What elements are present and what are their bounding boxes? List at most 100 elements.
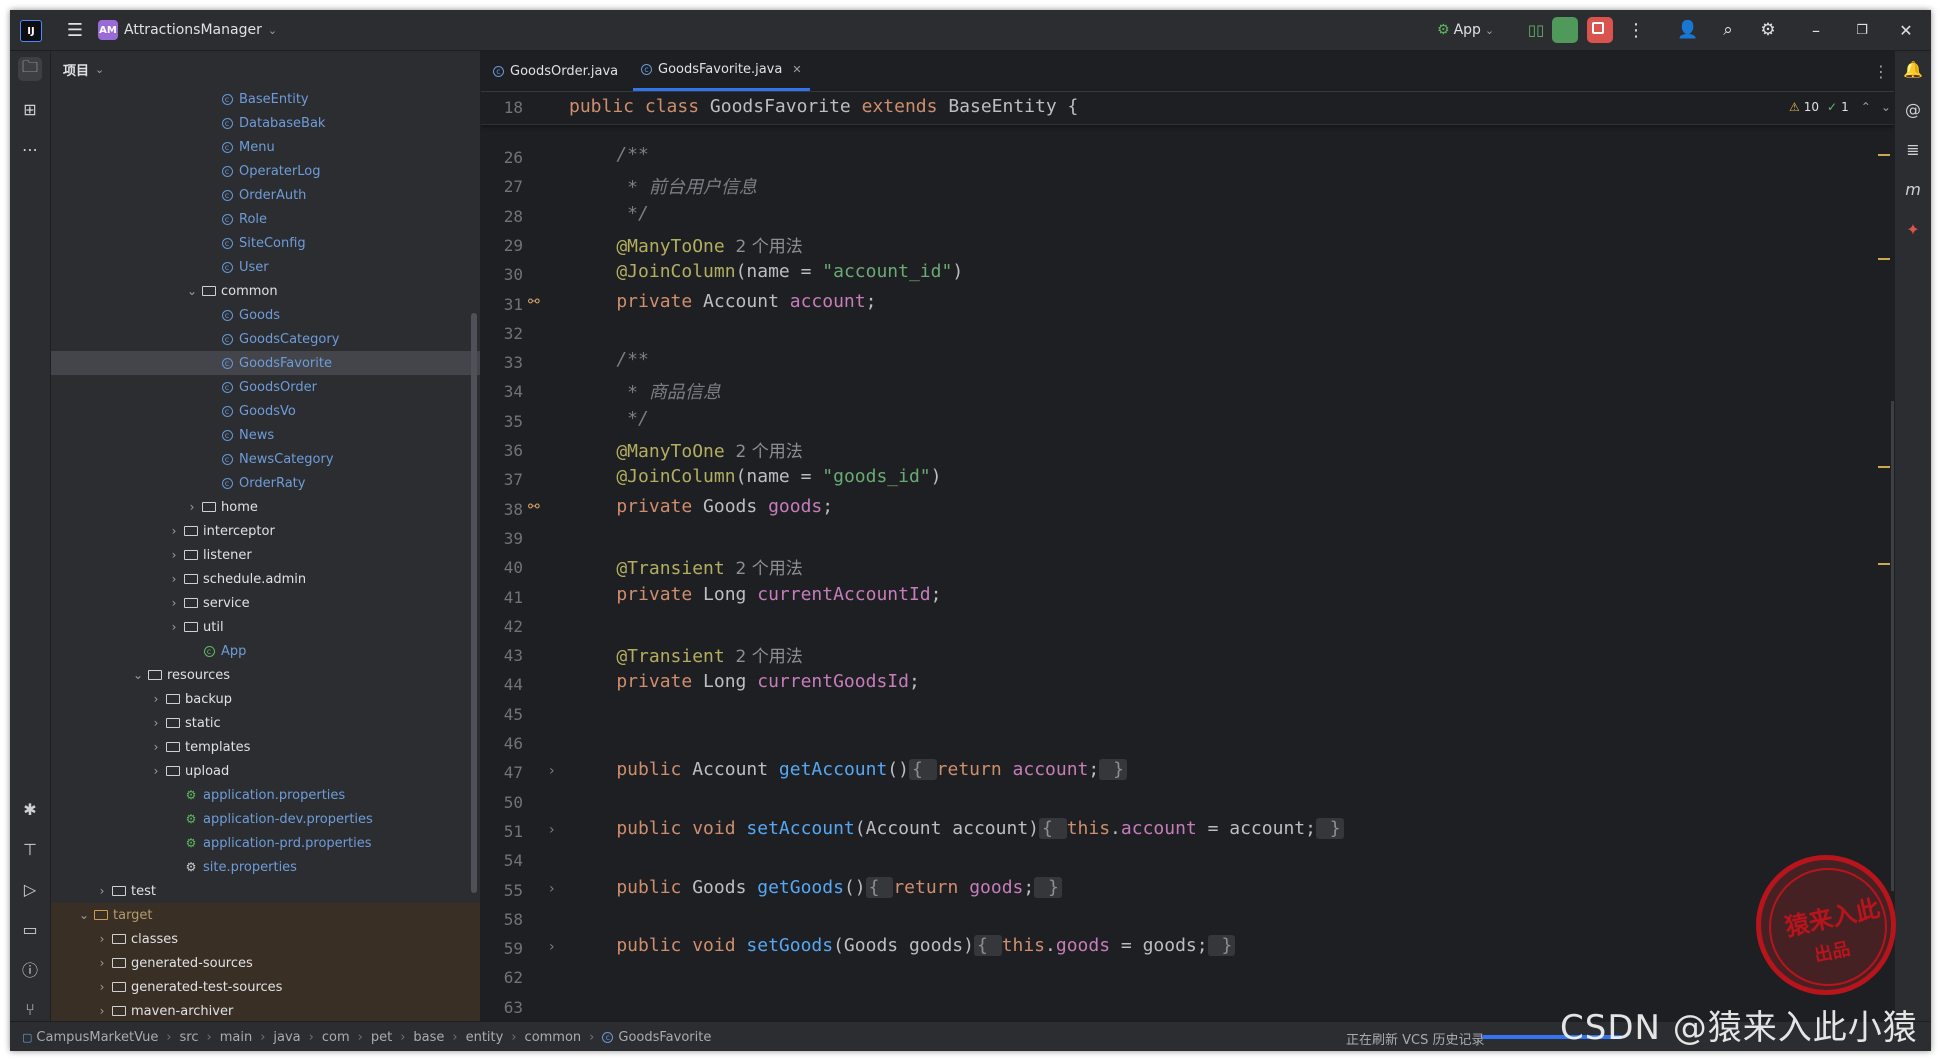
code-line[interactable]: public void setGoods(Goods goods){ this.… xyxy=(573,935,1236,957)
tab-goods-favorite[interactable]: c GoodsFavorite.java ✕ xyxy=(633,51,810,91)
tree-item[interactable]: ⚙ application-dev.properties xyxy=(51,807,480,831)
breadcrumb-item[interactable]: CampusMarketVue xyxy=(36,1030,158,1045)
code-line[interactable]: /** xyxy=(573,144,649,165)
relation-gutter-icon[interactable]: ⚯ xyxy=(528,294,540,310)
more-tools-icon[interactable]: ⋯ xyxy=(18,137,42,161)
breadcrumb-item[interactable]: pet xyxy=(371,1030,392,1045)
breadcrumb-item[interactable]: main xyxy=(220,1030,252,1045)
relation-gutter-icon[interactable]: ⚯ xyxy=(528,499,540,515)
restore-icon[interactable]: ❐ xyxy=(1846,10,1878,50)
breadcrumb-item[interactable]: entity xyxy=(466,1030,504,1045)
git-tool-icon[interactable]: ⑂ xyxy=(18,997,42,1021)
tree-item[interactable]: › backup xyxy=(51,687,480,711)
chevron-right-icon[interactable]: › xyxy=(95,884,109,898)
chevron-up-icon[interactable]: ⌃ xyxy=(1861,100,1871,114)
code-line[interactable]: @JoinColumn(name = "goods_id") xyxy=(573,466,941,487)
chevron-right-icon[interactable]: › xyxy=(149,692,163,706)
chevron-right-icon[interactable]: › xyxy=(149,764,163,778)
tree-item[interactable]: c DatabaseBak xyxy=(51,111,480,135)
tree-item[interactable]: › generated-sources xyxy=(51,951,480,975)
plugin-icon[interactable]: ✦ xyxy=(1901,217,1925,241)
code-line[interactable]: /** xyxy=(573,349,649,370)
tree-item[interactable]: › templates xyxy=(51,735,480,759)
maven-icon[interactable]: m xyxy=(1901,177,1925,201)
tree-item[interactable]: c NewsCategory xyxy=(51,447,480,471)
warning-marker[interactable] xyxy=(1878,154,1890,156)
chevron-right-icon[interactable]: › xyxy=(185,500,199,514)
tree-item[interactable]: ⚙ application-prd.properties xyxy=(51,831,480,855)
code-line[interactable]: @ManyToOne 2 个用法 xyxy=(573,437,802,462)
problems-tool-icon[interactable]: ⓘ xyxy=(18,957,42,981)
chevron-down-icon[interactable]: ⌄ xyxy=(77,908,91,922)
code-line[interactable]: */ xyxy=(573,203,649,224)
chevron-down-icon[interactable]: ⌄ xyxy=(1881,100,1891,114)
tree-item[interactable]: ⌄ common xyxy=(51,279,480,303)
database-icon[interactable]: ≣ xyxy=(1901,137,1925,161)
notifications-icon[interactable]: 🔔 xyxy=(1901,57,1925,81)
tree-item[interactable]: › service xyxy=(51,591,480,615)
chevron-down-icon[interactable]: ⌄ xyxy=(95,63,104,76)
debug-icon[interactable]: ▯▯ xyxy=(1526,10,1546,50)
code-line[interactable]: public void setAccount(Account account){… xyxy=(573,817,1344,839)
project-switcher[interactable]: AM AttractionsManager ⌄ xyxy=(98,10,277,50)
chevron-right-icon[interactable]: › xyxy=(167,548,181,562)
tree-item[interactable]: › util xyxy=(51,615,480,639)
run-config-selector[interactable]: ⚙ App ⌄ xyxy=(1437,10,1494,50)
close-tab-icon[interactable]: ✕ xyxy=(792,63,801,76)
chevron-down-icon[interactable]: ⌄ xyxy=(185,284,199,298)
tree-item[interactable]: › test xyxy=(51,879,480,903)
chevron-right-icon[interactable]: › xyxy=(95,980,109,994)
inspection-widget[interactable]: ⚠ 10 ✓ 1 ⌃ ⌄ xyxy=(1789,100,1891,114)
breadcrumb-item[interactable]: com xyxy=(322,1030,350,1045)
more-icon[interactable]: ⋮ xyxy=(1626,10,1646,50)
tree-item[interactable]: c News xyxy=(51,423,480,447)
tree-item[interactable]: › home xyxy=(51,495,480,519)
tree-item[interactable]: c SiteConfig xyxy=(51,231,480,255)
debug-tool-icon[interactable]: ✱ xyxy=(18,797,42,821)
chevron-right-icon[interactable]: › xyxy=(95,1004,109,1018)
breadcrumb-item[interactable]: GoodsFavorite xyxy=(618,1030,711,1045)
fold-toggle-icon[interactable]: › xyxy=(549,939,555,955)
breadcrumb-item[interactable]: base xyxy=(413,1030,444,1045)
tree-item[interactable]: c App xyxy=(51,639,480,663)
chevron-right-icon[interactable]: › xyxy=(149,740,163,754)
chevron-down-icon[interactable]: ⌄ xyxy=(131,668,145,682)
hot-reload-button[interactable] xyxy=(1551,10,1579,50)
warning-marker[interactable] xyxy=(1878,258,1890,260)
hamburger-menu-icon[interactable]: ☰ xyxy=(60,10,90,50)
tree-item[interactable]: c Goods xyxy=(51,303,480,327)
chevron-right-icon[interactable]: › xyxy=(149,716,163,730)
chevron-right-icon[interactable]: › xyxy=(95,956,109,970)
project-tool-icon[interactable]: 🗀 xyxy=(18,57,42,81)
chevron-right-icon[interactable]: › xyxy=(167,524,181,538)
chevron-right-icon[interactable]: › xyxy=(167,572,181,586)
ai-assistant-icon[interactable]: @ xyxy=(1901,97,1925,121)
code-line[interactable]: * 商品信息 xyxy=(573,378,721,404)
tree-item[interactable]: c OrderRaty xyxy=(51,471,480,495)
code-line[interactable]: public Goods getGoods(){ return goods; } xyxy=(573,876,1062,898)
chevron-right-icon[interactable]: › xyxy=(167,620,181,634)
fold-toggle-icon[interactable]: › xyxy=(549,763,555,779)
minimize-icon[interactable]: – xyxy=(1800,10,1832,50)
code-line[interactable]: * 前台用户信息 xyxy=(573,173,757,199)
code-line[interactable]: @Transient 2 个用法 xyxy=(573,642,802,667)
tree-item[interactable]: ⚙ site.properties xyxy=(51,855,480,879)
chevron-right-icon[interactable]: › xyxy=(95,932,109,946)
code-line[interactable]: private Account account; xyxy=(573,291,876,312)
tree-item[interactable]: › classes xyxy=(51,927,480,951)
code-line[interactable]: @Transient 2 个用法 xyxy=(573,554,802,579)
tree-item[interactable]: c OrderAuth xyxy=(51,183,480,207)
code-line[interactable]: */ xyxy=(573,408,649,429)
close-icon[interactable]: ✕ xyxy=(1890,10,1922,50)
breadcrumb-item[interactable]: src xyxy=(180,1030,199,1045)
code-line[interactable]: public Account getAccount(){ return acco… xyxy=(573,759,1127,781)
warning-marker[interactable] xyxy=(1878,563,1890,565)
tree-item[interactable]: › schedule.admin xyxy=(51,567,480,591)
tree-item[interactable]: c GoodsOrder xyxy=(51,375,480,399)
app-logo-icon[interactable]: IJ xyxy=(20,20,42,42)
fold-toggle-icon[interactable]: › xyxy=(549,822,555,838)
tree-item[interactable]: ⌄ resources xyxy=(51,663,480,687)
tree-item[interactable]: c User xyxy=(51,255,480,279)
tab-menu-icon[interactable]: ⋮ xyxy=(1873,51,1889,91)
chevron-right-icon[interactable]: › xyxy=(167,596,181,610)
